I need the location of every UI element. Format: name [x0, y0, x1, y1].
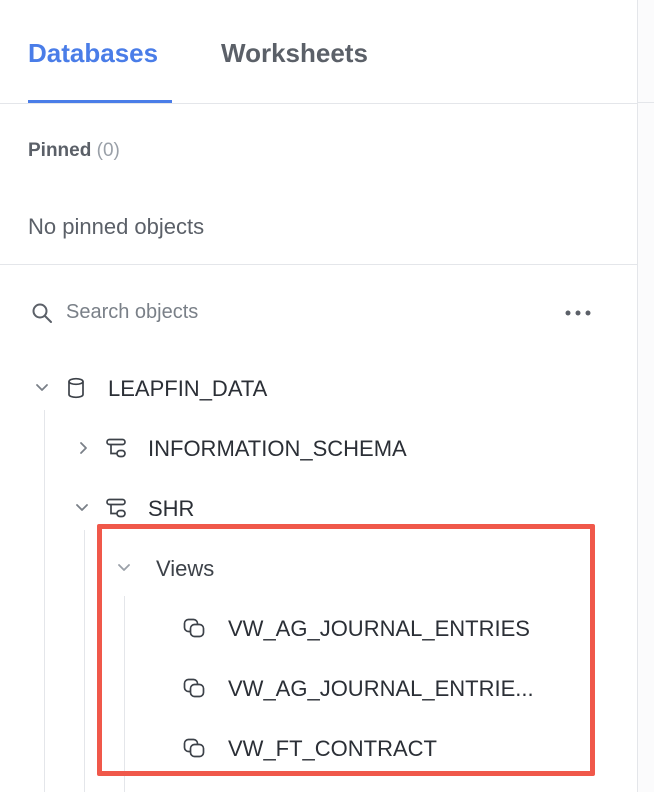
tree-item-label: INFORMATION_SCHEMA	[148, 436, 407, 461]
tab-worksheets[interactable]: Worksheets	[221, 38, 368, 69]
search-icon	[32, 303, 52, 323]
schema-icon	[106, 438, 126, 458]
pinned-empty-message: No pinned objects	[28, 214, 205, 239]
active-tab-indicator	[28, 100, 172, 103]
right-panel-edge	[638, 0, 654, 792]
chevron-down-icon[interactable]	[74, 500, 90, 516]
pinned-title: Pinned	[28, 140, 92, 161]
chevron-right-icon[interactable]	[76, 440, 92, 456]
tree-item-shr[interactable]: SHR	[68, 488, 608, 528]
tree-item-label: SHR	[148, 496, 195, 521]
schema-icon	[106, 498, 126, 518]
object-explorer-panel: Databases Worksheets Pinned (0) No pinne…	[0, 0, 637, 792]
tab-databases[interactable]: Databases	[28, 38, 158, 69]
search-input[interactable]	[66, 297, 446, 327]
more-horizontal-icon[interactable]	[562, 301, 594, 325]
tab-bar: Databases Worksheets	[0, 0, 637, 104]
tree-item-leapfin-data[interactable]: LEAPFIN_DATA	[28, 368, 588, 408]
tree-item-information-schema[interactable]: INFORMATION_SCHEMA	[68, 428, 608, 468]
pinned-count: (0)	[96, 140, 120, 161]
header-divider	[638, 102, 654, 103]
section-divider	[0, 264, 637, 265]
chevron-down-icon[interactable]	[34, 380, 50, 396]
tree-guide-line	[44, 410, 45, 792]
highlight-box	[97, 524, 595, 776]
pinned-header: Pinned (0)	[28, 140, 120, 162]
tree-guide-line	[84, 530, 85, 792]
tree-item-label: LEAPFIN_DATA	[108, 376, 268, 401]
database-icon	[68, 377, 84, 399]
